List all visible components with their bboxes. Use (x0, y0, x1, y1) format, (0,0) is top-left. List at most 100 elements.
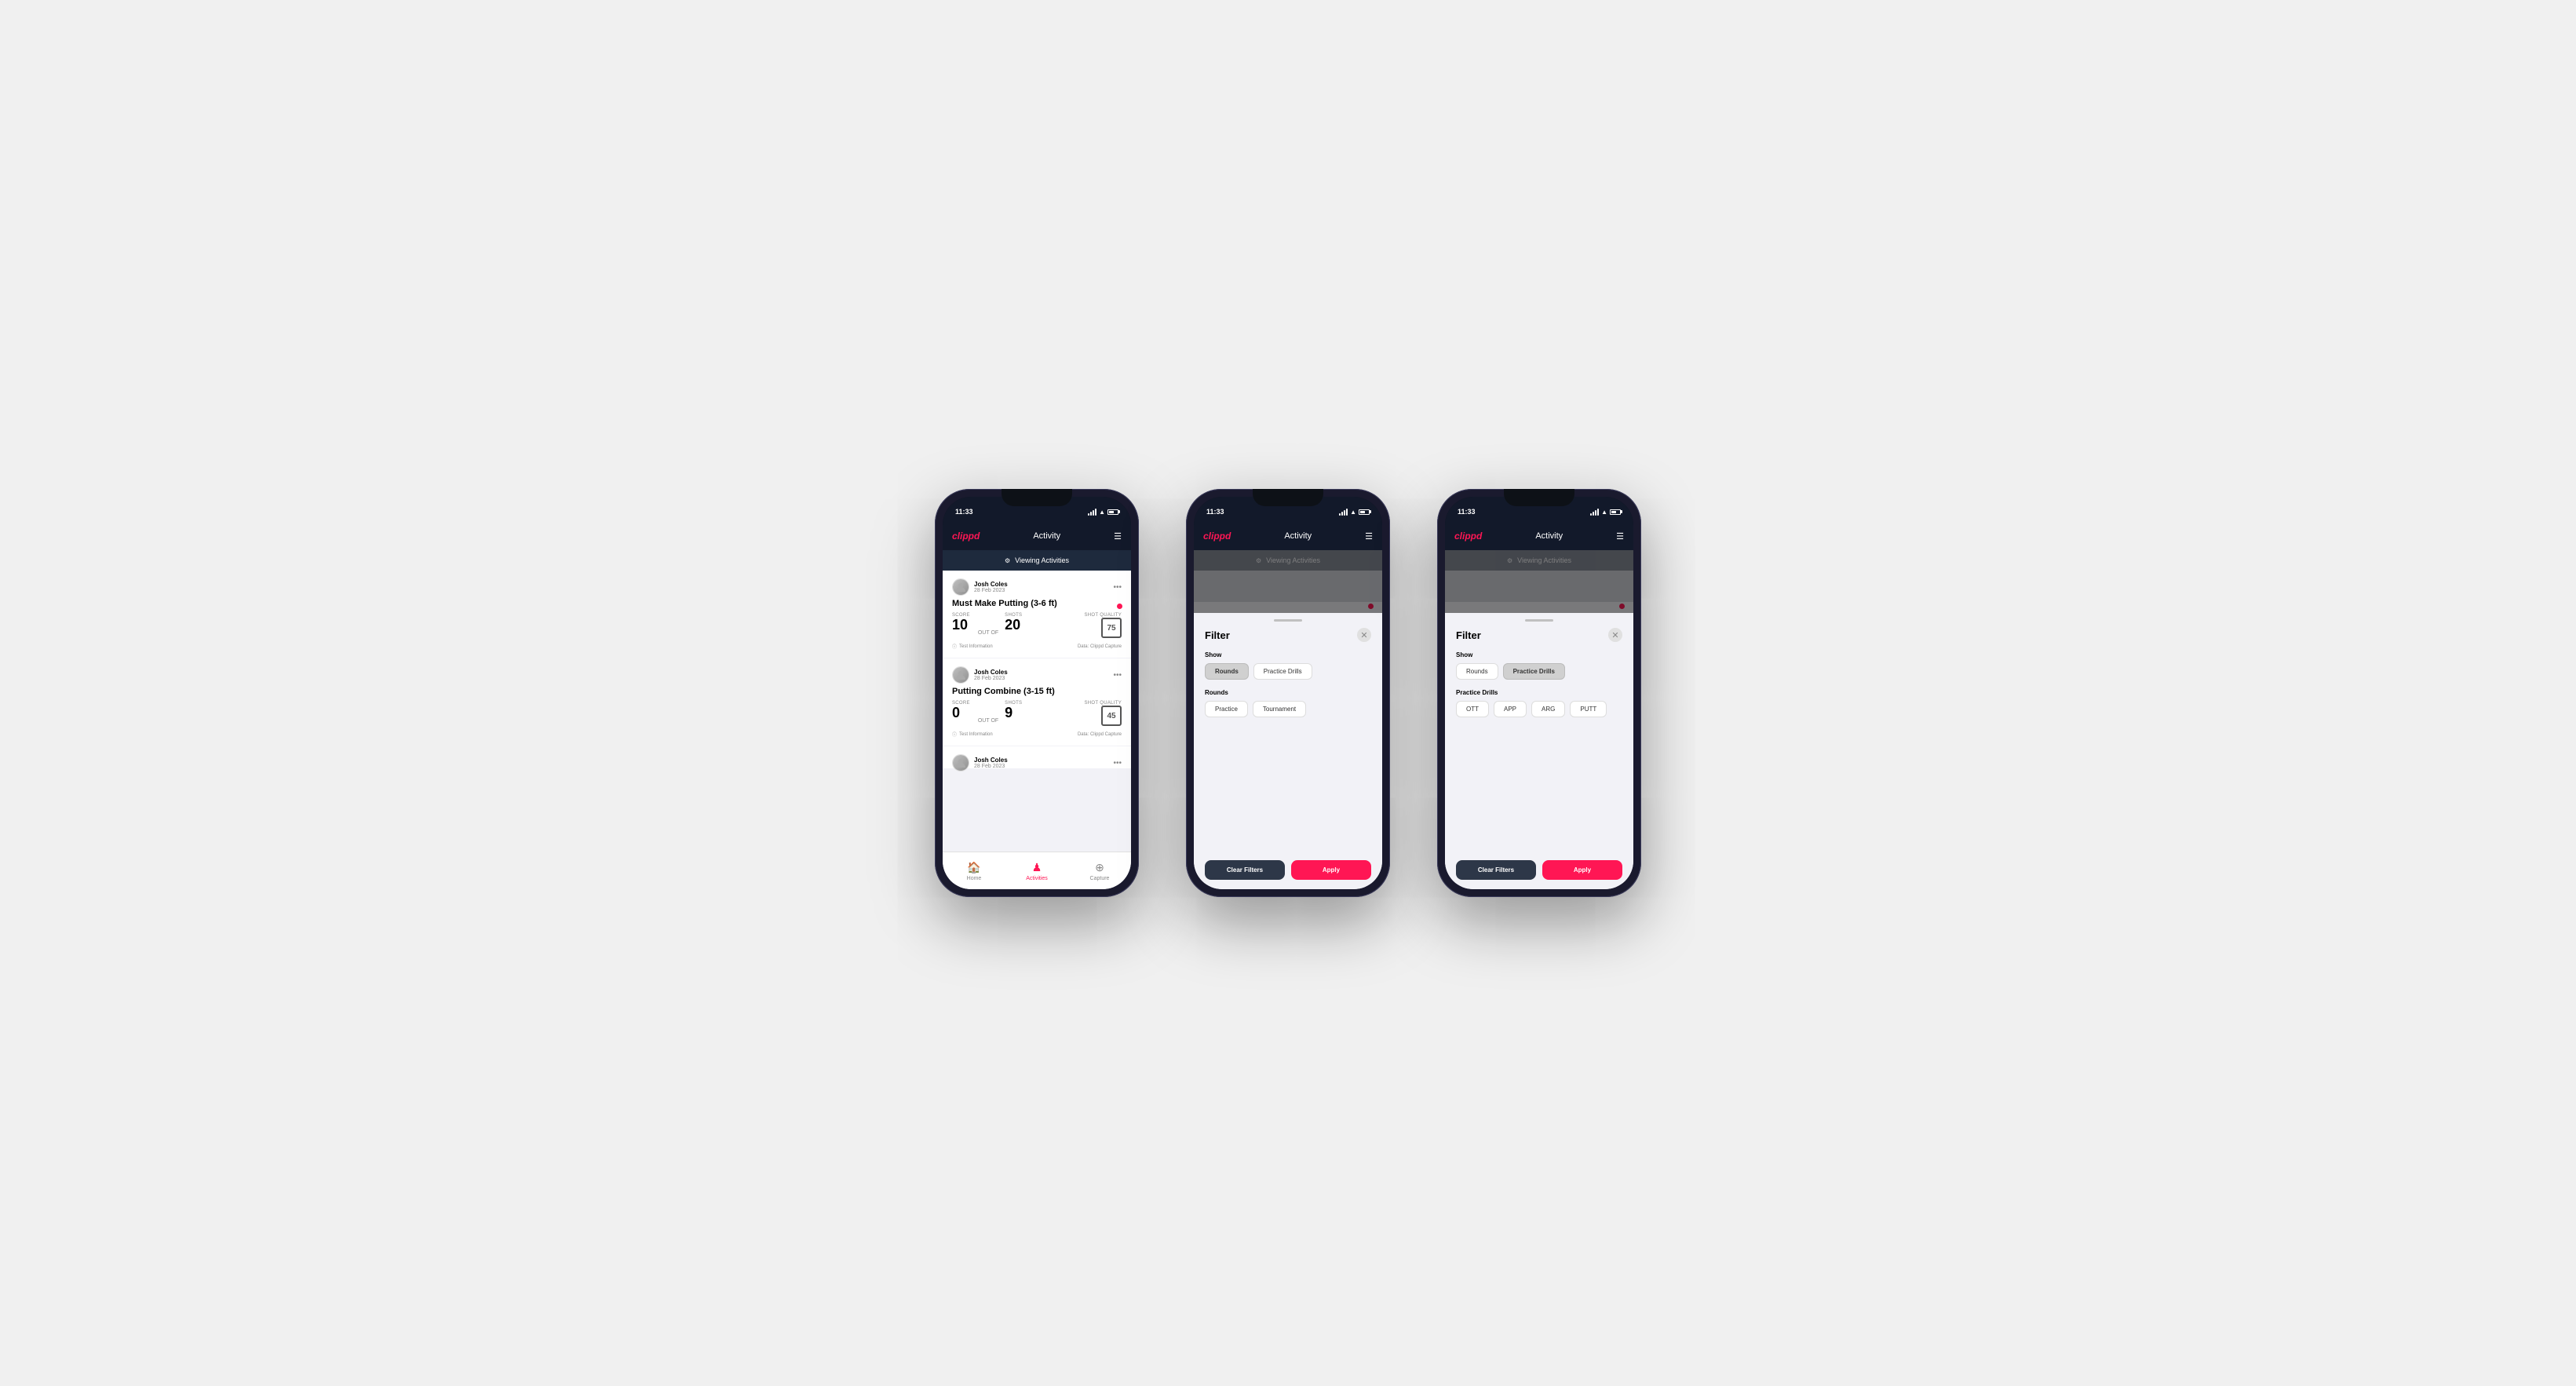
filter-backdrop-3 (1445, 550, 1633, 613)
battery-icon-2 (1359, 509, 1370, 515)
more-btn-1[interactable]: ••• (1113, 583, 1122, 592)
stat-group-shots-2: Shots 9 (1005, 701, 1022, 720)
card-footer-left-2: ⓘ Test Information (952, 731, 993, 738)
signal-bar-4 (1095, 509, 1096, 516)
rounds-tab-btn-3[interactable]: Rounds (1456, 663, 1498, 680)
quality-value-2: 45 (1107, 712, 1115, 720)
data-source-1: Data: Clippd Capture (1078, 644, 1122, 649)
filter-close-3[interactable]: ✕ (1608, 628, 1622, 642)
user-details-3: Josh Coles 28 Feb 2023 (974, 757, 1008, 769)
status-time-1: 11:33 (955, 508, 973, 516)
viewing-banner-1[interactable]: ⚙ Viewing Activities (943, 550, 1131, 571)
phones-container: 11:33 ▲ clippd (935, 489, 1641, 897)
stat-group-score-2: Score 0 (952, 701, 970, 720)
battery-tip-1 (1118, 510, 1120, 513)
putt-btn-3[interactable]: PUTT (1570, 701, 1607, 717)
viewing-dot-1 (1117, 604, 1122, 609)
clear-filters-btn-2[interactable]: Clear Filters (1205, 860, 1285, 880)
quality-value-1: 75 (1107, 624, 1115, 633)
filter-modal-3: Filter ✕ Show Rounds Practice Drills Pra… (1445, 613, 1633, 889)
card-header-3: Josh Coles 28 Feb 2023 ••• (952, 754, 1122, 771)
phone-3-inner: 11:33 ▲ clippd (1445, 497, 1633, 889)
rounds-tab-btn-2[interactable]: Rounds (1205, 663, 1249, 680)
stat-group-score-1: Score 10 (952, 613, 970, 632)
user-name-3: Josh Coles (974, 757, 1008, 764)
more-btn-3[interactable]: ••• (1113, 759, 1122, 768)
practice-drills-buttons-3: OTT APP ARG PUTT (1456, 701, 1622, 717)
info-text-1: Test Information (959, 644, 993, 649)
logo-2: clippd (1203, 531, 1231, 542)
more-btn-2[interactable]: ••• (1113, 671, 1122, 680)
screen-content-3: ⚙ Viewing Activities Filter ✕ (1445, 550, 1633, 889)
stat-group-quality-1: Shot Quality 75 (1085, 613, 1122, 638)
nav-item-activities-1[interactable]: ♟ Activities (1005, 861, 1068, 881)
screen-content-1: ⚙ Viewing Activities (943, 550, 1131, 889)
battery-icon-3 (1610, 509, 1621, 515)
home-icon-1: 🏠 (967, 861, 980, 874)
shots-value-1: 20 (1005, 618, 1022, 632)
card-header-2: Josh Coles 28 Feb 2023 ••• (952, 666, 1122, 684)
avatar-img-1 (953, 579, 969, 595)
filter-title-3: Filter (1456, 629, 1481, 641)
phone-1-inner: 11:33 ▲ clippd (943, 497, 1131, 889)
ott-btn-3[interactable]: OTT (1456, 701, 1489, 717)
rounds-section-label-2: Rounds (1205, 689, 1371, 696)
rounds-buttons-2: Practice Tournament (1205, 701, 1371, 717)
app-btn-3[interactable]: APP (1494, 701, 1527, 717)
stats-row-1: Score 10 OUT OF Shots 20 Shot Quality (952, 613, 1122, 638)
filter-footer-2: Clear Filters Apply (1194, 854, 1382, 889)
filter-header-2: Filter ✕ (1194, 622, 1382, 647)
show-buttons-2: Rounds Practice Drills (1205, 663, 1371, 680)
battery-icon-1 (1107, 509, 1118, 515)
clear-filters-btn-3[interactable]: Clear Filters (1456, 860, 1536, 880)
score-value-1: 10 (952, 618, 970, 632)
user-date-2: 28 Feb 2023 (974, 676, 1008, 681)
activity-card-2: Josh Coles 28 Feb 2023 ••• Putting Combi… (943, 658, 1131, 746)
user-info-1: Josh Coles 28 Feb 2023 (952, 578, 1008, 596)
info-icon-2: ⓘ (952, 731, 957, 738)
user-info-3: Josh Coles 28 Feb 2023 (952, 754, 1008, 771)
avatar-img-3 (953, 755, 969, 771)
logo-1: clippd (952, 531, 980, 542)
menu-icon-2[interactable]: ☰ (1365, 531, 1373, 542)
status-icons-2: ▲ (1339, 509, 1370, 516)
notch-3 (1504, 489, 1574, 506)
home-label-1: Home (967, 876, 982, 881)
practice-drills-tab-btn-3[interactable]: Practice Drills (1503, 663, 1565, 680)
filter-footer-3: Clear Filters Apply (1445, 854, 1633, 889)
logo-3: clippd (1454, 531, 1482, 542)
avatar-2 (952, 666, 969, 684)
stat-group-shots-1: Shots 20 (1005, 613, 1022, 632)
status-icons-3: ▲ (1590, 509, 1621, 516)
activity-card-1: Josh Coles 28 Feb 2023 ••• Must Make Put… (943, 571, 1131, 658)
practice-drills-section-label-3: Practice Drills (1456, 689, 1622, 696)
practice-drills-tab-btn-2[interactable]: Practice Drills (1253, 663, 1312, 680)
menu-icon-3[interactable]: ☰ (1616, 531, 1624, 542)
user-details-2: Josh Coles 28 Feb 2023 (974, 669, 1008, 681)
signal-bar-1 (1088, 513, 1089, 516)
tournament-btn-2[interactable]: Tournament (1253, 701, 1306, 717)
nav-item-home-1[interactable]: 🏠 Home (943, 861, 1005, 881)
menu-icon-1[interactable]: ☰ (1114, 531, 1122, 542)
show-label-3: Show (1456, 651, 1622, 658)
user-info-2: Josh Coles 28 Feb 2023 (952, 666, 1008, 684)
avatar-3 (952, 754, 969, 771)
practice-btn-2[interactable]: Practice (1205, 701, 1248, 717)
nav-title-2: Activity (1284, 531, 1312, 541)
notch-2 (1253, 489, 1323, 506)
signal-bars-2 (1339, 509, 1348, 516)
signal-bars-1 (1088, 509, 1096, 516)
activities-label-1: Activities (1026, 876, 1048, 881)
status-time-3: 11:33 (1458, 508, 1476, 516)
apply-btn-3[interactable]: Apply (1542, 860, 1622, 880)
filter-overlay-2: Filter ✕ Show Rounds Practice Drills Rou… (1194, 550, 1382, 889)
filter-close-2[interactable]: ✕ (1357, 628, 1371, 642)
nav-bar-2: clippd Activity ☰ (1194, 522, 1382, 550)
stat-group-quality-2: Shot Quality 45 (1085, 701, 1122, 726)
apply-btn-2[interactable]: Apply (1291, 860, 1371, 880)
viewing-banner-text-1: Viewing Activities (1015, 556, 1069, 564)
arg-btn-3[interactable]: ARG (1531, 701, 1565, 717)
filter-modal-2: Filter ✕ Show Rounds Practice Drills Rou… (1194, 613, 1382, 889)
nav-item-capture-1[interactable]: ⊕ Capture (1068, 861, 1131, 881)
nav-title-3: Activity (1535, 531, 1563, 541)
